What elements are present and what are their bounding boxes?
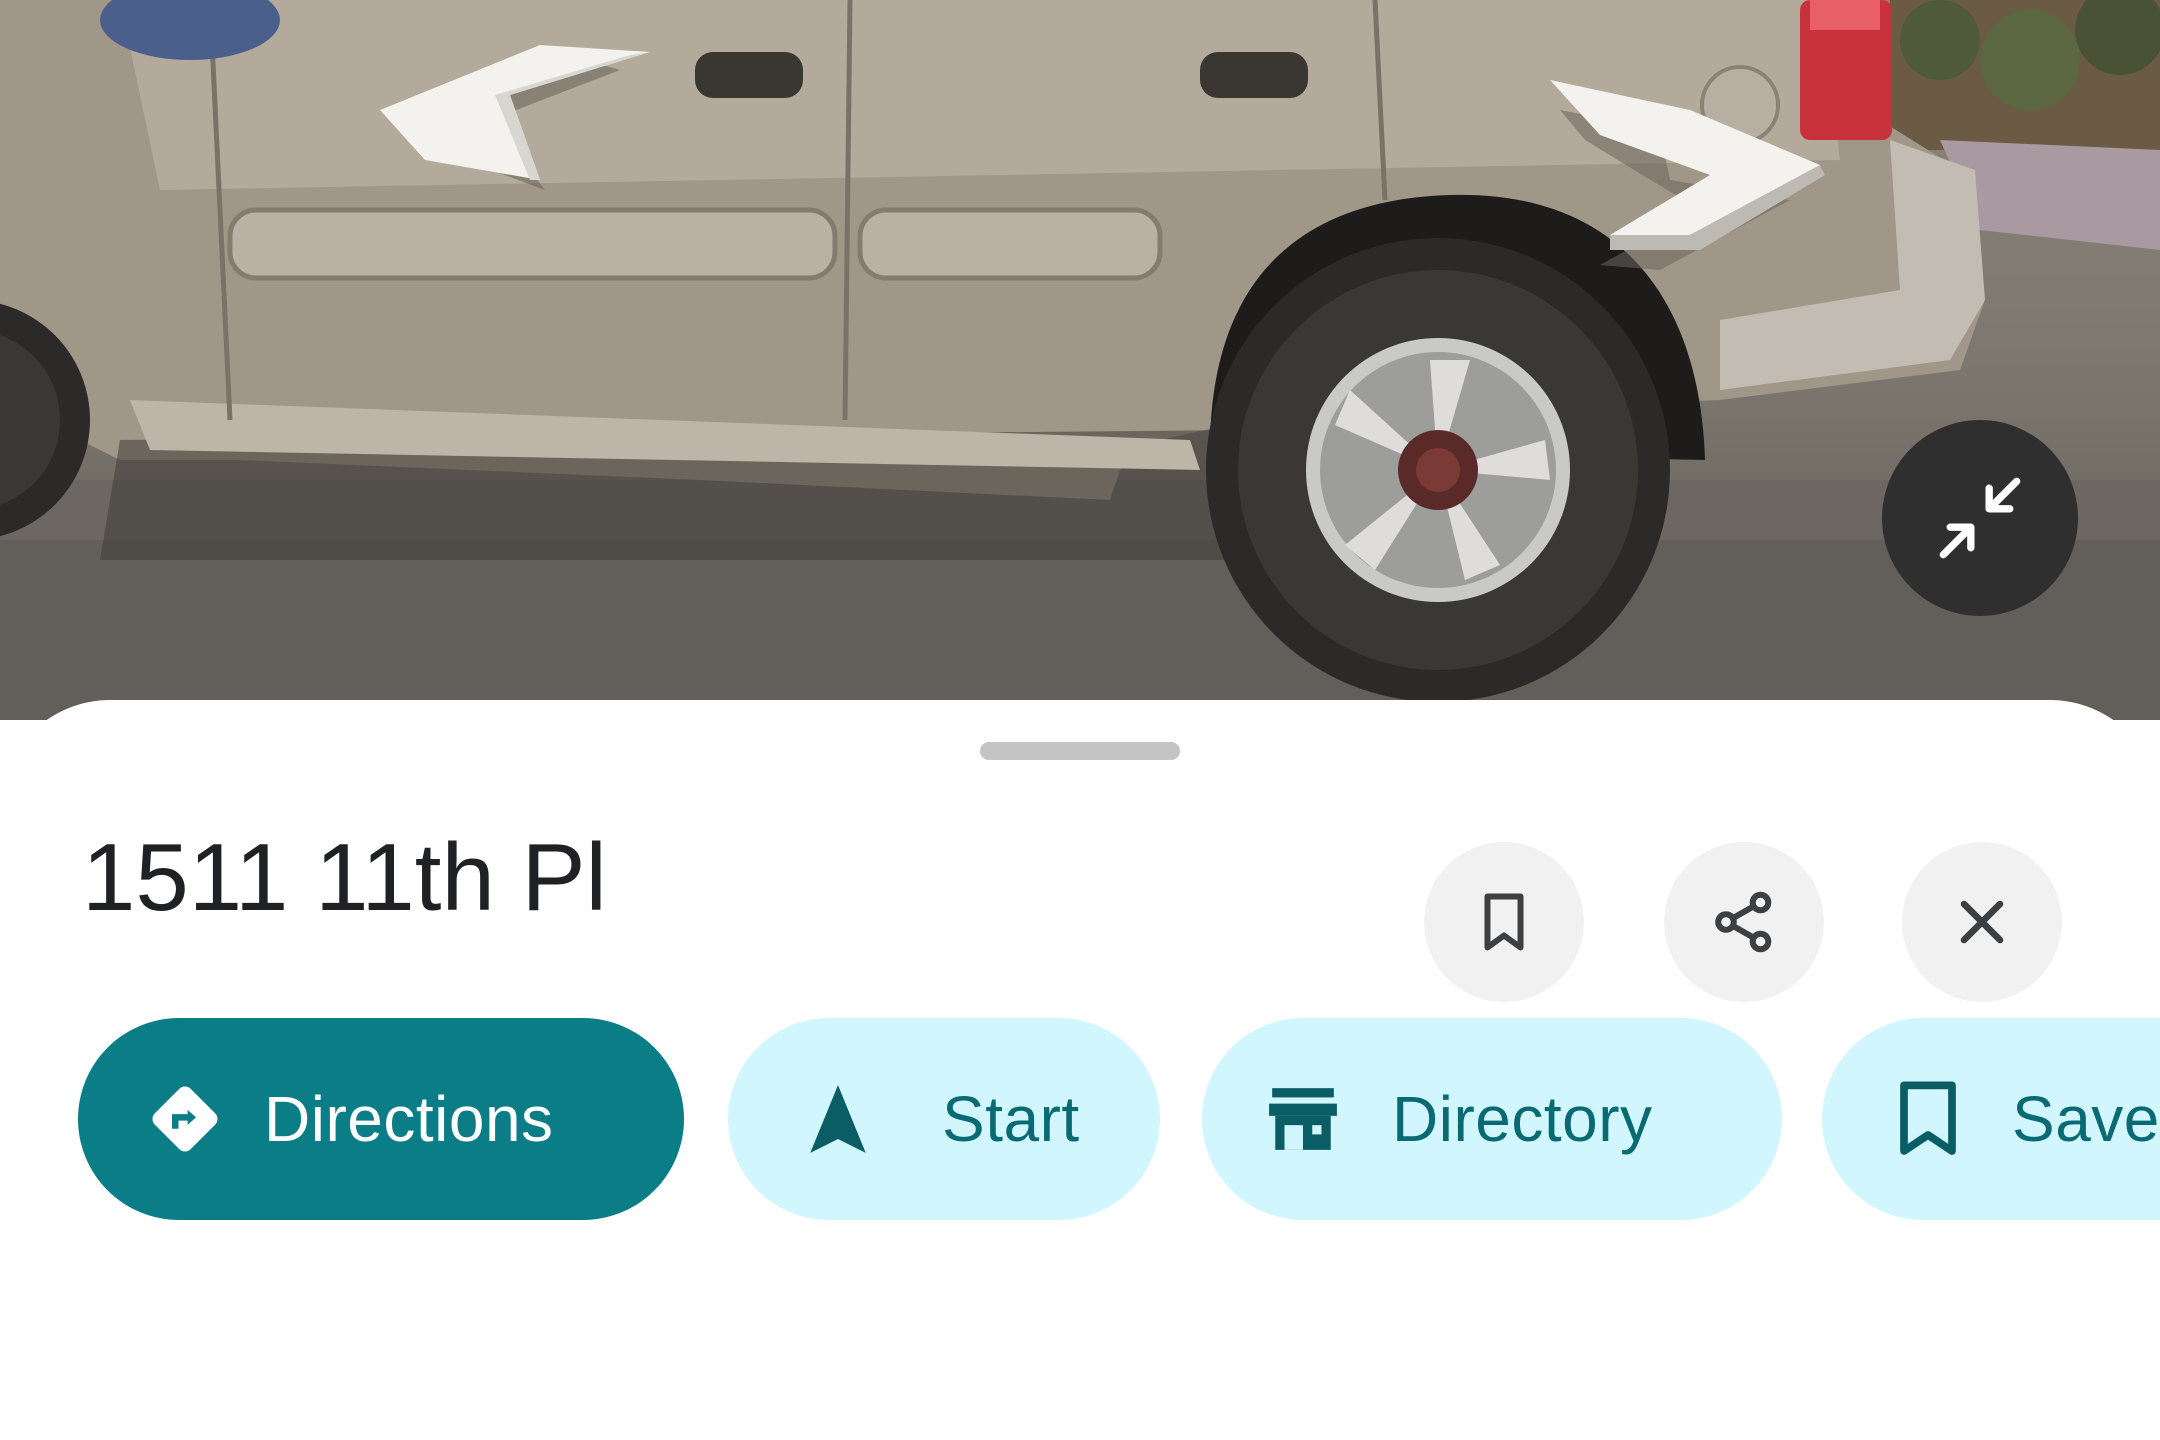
save-button[interactable]: Save [1822, 1018, 2160, 1220]
navigation-arrow-icon [806, 1082, 870, 1156]
storefront-icon [1266, 1084, 1340, 1154]
directory-button[interactable]: Directory [1202, 1018, 1782, 1220]
start-label: Start [942, 1083, 1080, 1155]
directions-label: Directions [264, 1083, 554, 1155]
place-bottom-sheet: 1511 11th Pl Directions Start Directory … [0, 700, 2160, 1440]
start-button[interactable]: Start [728, 1018, 1160, 1220]
share-button[interactable] [1664, 842, 1824, 1002]
save-label: Save [2012, 1083, 2160, 1155]
directory-label: Directory [1392, 1083, 1653, 1155]
chevron-left-arrow-icon [380, 45, 650, 190]
street-view-nav-right-arrow[interactable] [1540, 70, 1830, 300]
bookmark-icon [1484, 893, 1524, 951]
bookmark-icon [1896, 1080, 1960, 1158]
directions-icon [146, 1080, 224, 1158]
close-icon [1960, 900, 2004, 944]
collapse-button[interactable] [1882, 420, 2078, 616]
street-view-nav-left-arrow[interactable] [370, 40, 670, 210]
street-view-image [0, 0, 2160, 720]
street-view-panorama[interactable] [0, 0, 2160, 720]
drag-handle[interactable] [980, 742, 1180, 760]
directions-button[interactable]: Directions [78, 1018, 684, 1220]
chevron-right-arrow-icon [1550, 80, 1825, 270]
collapse-arrows-icon [1939, 477, 2021, 559]
close-button[interactable] [1902, 842, 2062, 1002]
place-title: 1511 11th Pl [82, 824, 607, 931]
action-chips-row: Directions Start Directory Save [78, 1018, 2160, 1220]
share-icon [1715, 891, 1772, 953]
bookmark-button[interactable] [1424, 842, 1584, 1002]
